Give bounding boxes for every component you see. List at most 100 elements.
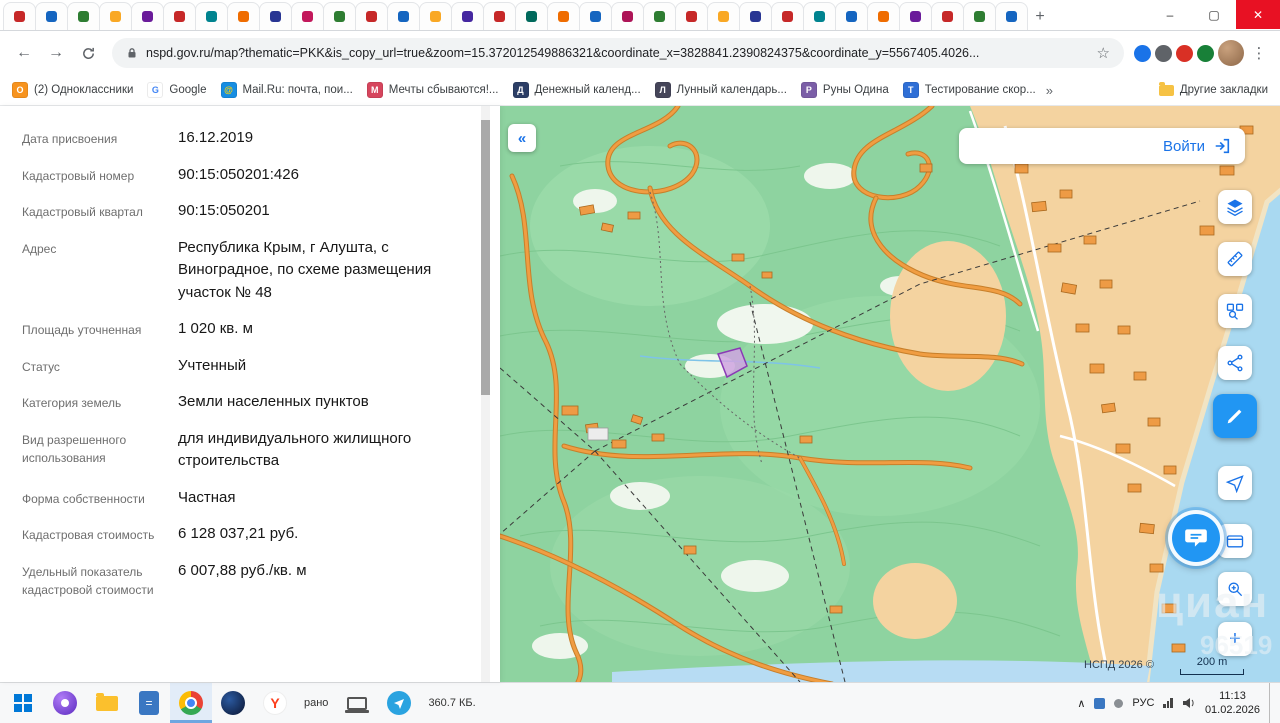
new-tab-button[interactable]: + (1027, 4, 1053, 30)
browser-tab[interactable] (675, 2, 708, 30)
bookmark-item[interactable]: G Google (147, 82, 207, 98)
clock[interactable]: 11:13 01.02.2026 (1205, 689, 1260, 718)
language-indicator[interactable]: РУС (1132, 697, 1154, 709)
browser-tab[interactable] (451, 2, 484, 30)
extension-icon[interactable] (1134, 44, 1151, 62)
browser-tab[interactable] (867, 2, 900, 30)
browser-tab[interactable] (163, 2, 196, 30)
yandex-icon: Y (263, 691, 287, 715)
tab-favicon-icon (718, 11, 729, 22)
telegram-button[interactable] (378, 683, 420, 723)
tray-app-icon[interactable] (1114, 698, 1124, 708)
panel-scrollbar-thumb[interactable] (481, 120, 490, 395)
tab-favicon-icon (14, 11, 25, 22)
browser-tab[interactable] (3, 2, 36, 30)
object-search-button[interactable] (1218, 294, 1252, 328)
map-canvas[interactable]: « Войти + 200 m НСПД 2026 © циан 96519 (500, 106, 1280, 682)
bookmark-item[interactable]: Р Руны Одина (800, 82, 889, 98)
explorer-button[interactable] (86, 683, 128, 723)
assistant-icon (53, 691, 77, 715)
bookmarks-overflow-button[interactable]: » (1046, 83, 1053, 98)
chrome-button-active[interactable] (170, 683, 212, 723)
login-bar[interactable]: Войти (959, 128, 1245, 164)
bookmark-favicon-icon: Л (654, 82, 671, 98)
browser-tab[interactable] (131, 2, 164, 30)
bookmarks-bar: O (2) Одноклассники G Google @ Mail.Ru: … (0, 75, 1280, 106)
device-button[interactable] (336, 683, 378, 723)
zoom-in-button[interactable]: + (1218, 622, 1252, 656)
browser-tab[interactable] (771, 2, 804, 30)
network-icon[interactable] (1163, 698, 1173, 708)
browser-tab[interactable] (515, 2, 548, 30)
bookmark-item[interactable]: O (2) Одноклассники (12, 82, 133, 98)
measure-button[interactable] (1218, 242, 1252, 276)
other-bookmarks-button[interactable]: Другие закладки (1158, 81, 1268, 96)
locate-button[interactable] (1218, 466, 1252, 500)
maximize-button[interactable]: ▢ (1192, 0, 1236, 29)
browser-window: + – ▢ ✕ ← → nspd.gov.ru/map?thematic=PKK… (0, 0, 1280, 723)
bookmark-label: Mail.Ru: почта, пои... (242, 84, 353, 96)
close-button[interactable]: ✕ (1236, 0, 1280, 29)
draw-tool-button-active[interactable] (1213, 394, 1257, 438)
field-value: Учтенный (178, 356, 247, 374)
forward-button[interactable]: → (42, 39, 70, 67)
back-button[interactable]: ← (10, 39, 38, 67)
assistant-button[interactable] (44, 683, 86, 723)
bookmark-star-icon[interactable]: ☆ (1097, 44, 1110, 62)
bookmark-item[interactable]: Т Тестирование скор... (902, 82, 1036, 98)
address-bar[interactable]: nspd.gov.ru/map?thematic=PKK&is_copy_url… (112, 38, 1124, 68)
browser-tab[interactable] (579, 2, 612, 30)
reload-button[interactable] (74, 39, 102, 67)
browser-tab[interactable] (419, 2, 452, 30)
browser-tab[interactable] (963, 2, 996, 30)
zoom-search-button[interactable] (1218, 572, 1252, 606)
browser-tab[interactable] (803, 2, 836, 30)
browser-tab[interactable] (323, 2, 356, 30)
minimize-button[interactable]: – (1148, 0, 1192, 29)
calculator-button[interactable]: = (128, 683, 170, 723)
browser-tab[interactable] (899, 2, 932, 30)
url-text[interactable]: nspd.gov.ru/map?thematic=PKK&is_copy_url… (146, 46, 1089, 60)
panel-collapse-button[interactable]: « (508, 124, 536, 152)
browser-tab[interactable] (259, 2, 292, 30)
bookmark-item[interactable]: @ Mail.Ru: почта, пои... (220, 82, 353, 98)
bookmark-item[interactable]: Л Лунный календарь... (654, 82, 787, 98)
field-value: 1 020 кв. м (178, 320, 253, 337)
browser-tab[interactable] (195, 2, 228, 30)
browser-tab[interactable] (227, 2, 260, 30)
browser-tab[interactable] (355, 2, 388, 30)
yandex-button[interactable]: Y (254, 683, 296, 723)
speaker-icon[interactable] (1182, 697, 1196, 709)
browser-tab[interactable] (99, 2, 132, 30)
layers-button[interactable] (1218, 190, 1252, 224)
browser-tab[interactable] (835, 2, 868, 30)
browser-tab[interactable] (611, 2, 644, 30)
page-content: Дата присвоения 16.12.2019 Кадастровый н… (0, 106, 1280, 682)
share-button[interactable] (1218, 346, 1252, 380)
bookmark-item[interactable]: Д Денежный календ... (512, 82, 641, 98)
extension-icon[interactable] (1176, 44, 1193, 62)
chat-button[interactable] (1168, 510, 1224, 566)
browser2-button[interactable] (212, 683, 254, 723)
extension-icon[interactable] (1197, 44, 1214, 62)
browser-tab[interactable] (35, 2, 68, 30)
browser-tab[interactable] (483, 2, 516, 30)
browser-tab[interactable] (387, 2, 420, 30)
browser-menu-button[interactable]: ⋮ (1248, 44, 1270, 62)
tray-chevron-icon[interactable]: ∧ (1077, 697, 1085, 710)
extension-icon[interactable] (1155, 44, 1172, 62)
browser-tab[interactable] (291, 2, 324, 30)
bookmark-item[interactable]: М Мечты сбываются!... (366, 82, 499, 98)
browser-tab[interactable] (995, 2, 1028, 30)
show-desktop-button[interactable] (1269, 683, 1276, 723)
browser-tab[interactable] (739, 2, 772, 30)
browser-tab[interactable] (547, 2, 580, 30)
object-search-icon (1226, 303, 1244, 320)
start-button[interactable] (2, 683, 44, 723)
browser-tab[interactable] (707, 2, 740, 30)
browser-tab[interactable] (643, 2, 676, 30)
browser-tab[interactable] (67, 2, 100, 30)
tray-app-icon[interactable] (1094, 697, 1106, 709)
profile-avatar[interactable] (1218, 40, 1244, 66)
browser-tab[interactable] (931, 2, 964, 30)
